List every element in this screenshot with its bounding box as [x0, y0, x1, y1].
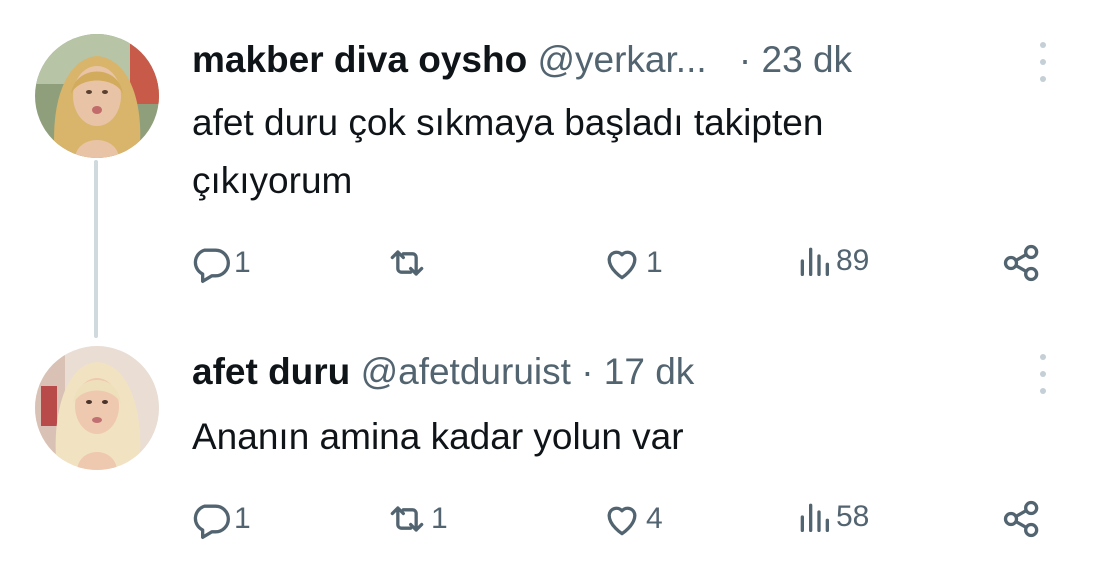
views-icon	[800, 503, 829, 532]
retweet-button[interactable]	[385, 241, 431, 285]
share-button[interactable]	[1000, 241, 1044, 285]
tweet-text-line: afet duru çok sıkmaya başladı takipten	[192, 102, 824, 143]
views-count: 58	[836, 500, 870, 533]
author-name[interactable]: afet duru	[192, 351, 350, 392]
tweet-text: Ananın amina kadar yolun var	[192, 408, 1032, 466]
retweet-icon	[390, 506, 424, 532]
like-button[interactable]: 4	[600, 497, 663, 541]
reply-count: 1	[234, 502, 251, 535]
more-dots-icon[interactable]	[1036, 354, 1050, 394]
tweet-header: makber diva oysho @yerkar... · 23 dk	[192, 38, 852, 82]
author-handle[interactable]: @yerkar...	[537, 39, 706, 80]
views-icon	[800, 247, 829, 276]
tweet[interactable]: afet duru @afetduruist · 17 dk Ananın am…	[0, 330, 1100, 581]
retweet-icon	[390, 250, 424, 276]
tweet-header: afet duru @afetduruist · 17 dk	[192, 350, 694, 394]
reply-icon	[193, 504, 230, 539]
reply-button[interactable]: 1	[188, 241, 251, 285]
views-button[interactable]: 58	[794, 497, 869, 537]
views-count: 89	[836, 244, 870, 277]
timestamp[interactable]: 17 dk	[604, 351, 695, 392]
avatar[interactable]	[35, 346, 159, 470]
more-dots-icon[interactable]	[1036, 42, 1050, 82]
separator-dot: ·	[581, 351, 594, 392]
heart-icon	[607, 506, 637, 536]
share-button[interactable]	[1000, 497, 1044, 541]
reply-icon	[193, 248, 230, 283]
author-handle[interactable]: @afetduruist	[361, 351, 571, 392]
like-button[interactable]: 1	[600, 241, 663, 285]
action-bar: 1 1 4 58	[0, 497, 1100, 545]
tweet[interactable]: makber diva oysho @yerkar... · 23 dk afe…	[0, 0, 1100, 330]
like-count: 1	[646, 246, 663, 279]
share-icon	[1003, 500, 1039, 538]
tweet-text-line: Ananın amina kadar yolun var	[192, 416, 684, 457]
retweet-count: 1	[431, 502, 448, 535]
retweet-button[interactable]: 1	[385, 497, 448, 541]
views-button[interactable]: 89	[794, 241, 869, 281]
tweet-text: afet duru çok sıkmaya başladı takipten ç…	[192, 94, 1032, 210]
tweet-text-line: çıkıyorum	[192, 160, 353, 201]
author-name[interactable]: makber diva oysho	[192, 39, 527, 80]
action-bar: 1 1 89	[0, 241, 1100, 289]
reply-count: 1	[234, 246, 251, 279]
like-count: 4	[646, 502, 663, 535]
heart-icon	[607, 250, 637, 280]
avatar[interactable]	[35, 34, 159, 158]
reply-button[interactable]: 1	[188, 497, 251, 541]
share-icon	[1003, 244, 1039, 282]
timestamp[interactable]: 23 dk	[762, 39, 853, 80]
separator-dot: ·	[738, 39, 752, 80]
